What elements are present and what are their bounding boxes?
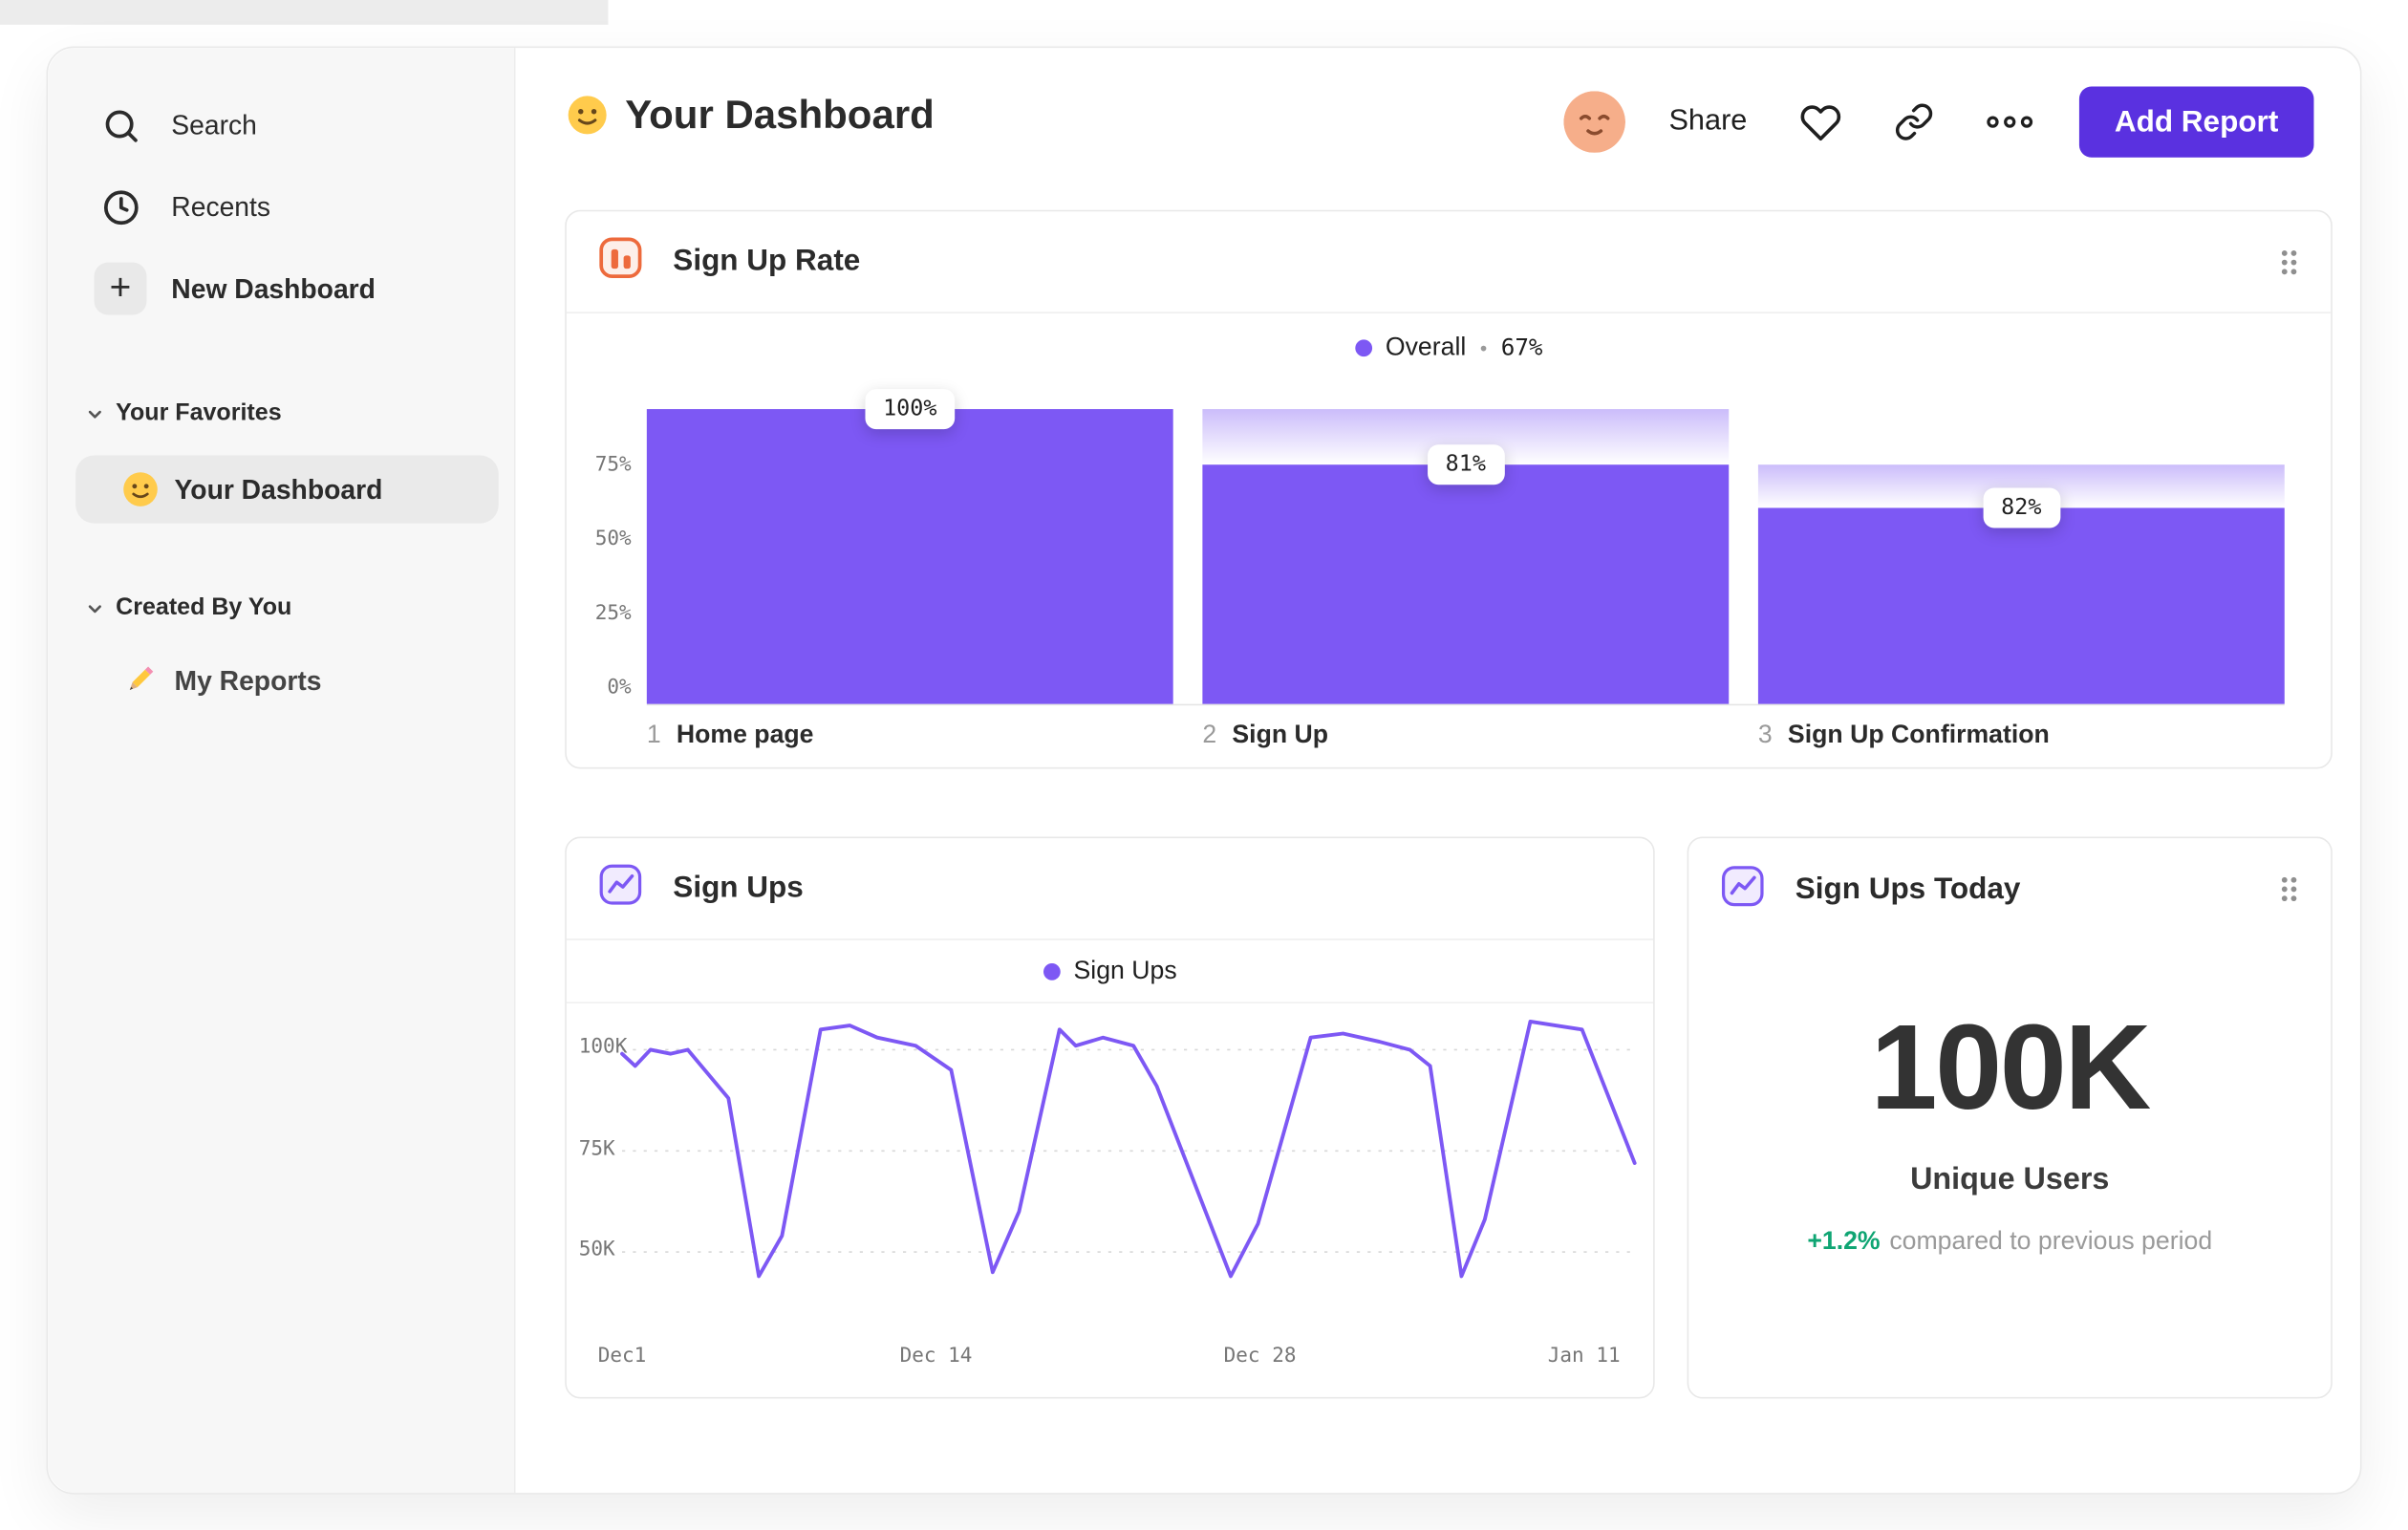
step-name: Sign Up Confirmation	[1787, 721, 2050, 749]
legend-overall[interactable]: Overall • 67%	[567, 326, 2331, 369]
top-strip	[0, 0, 609, 25]
legend-sign-ups[interactable]: Sign Ups	[566, 940, 1654, 1004]
sidebar: Search Recents + New Dashboard Your Favo…	[48, 48, 516, 1494]
line-x-tick: Dec1	[597, 1345, 647, 1368]
line-y-tick: 75K	[578, 1136, 615, 1160]
page-title: Your Dashboard	[625, 91, 935, 138]
line-y-tick: 50K	[578, 1238, 615, 1261]
legend-label: Sign Ups	[1073, 956, 1177, 984]
pencil-icon	[122, 662, 160, 700]
sign-ups-card: Sign Ups Sign Ups 100K 75K 50K Dec1 Dec 14 D…	[565, 836, 1655, 1399]
line-x-tick: Jan 11	[1547, 1345, 1621, 1368]
sidebar-item-new-dashboard[interactable]: + New Dashboard	[48, 255, 514, 323]
smiley-icon	[567, 95, 609, 137]
legend-label: Overall	[1385, 333, 1467, 361]
funnel-badge: 81%	[1427, 444, 1505, 485]
line-x-tick: Dec 28	[1223, 1345, 1297, 1368]
sidebar-item-search[interactable]: Search	[48, 91, 514, 159]
funnel-plot: 100% 81% 82%	[646, 389, 2285, 706]
funnel-step-label: 3 Sign Up Confirmation	[1758, 721, 2285, 750]
line-y-tick: 100K	[578, 1035, 628, 1060]
funnel-step-labels: 1 Home page 2 Sign Up 3 Sign Up Confirma…	[647, 721, 2285, 750]
funnel-step-label: 1 Home page	[647, 721, 1173, 750]
line-chart: 100K 75K 50K	[567, 1003, 1653, 1339]
created-section-header[interactable]: Created By You	[48, 587, 514, 630]
share-button[interactable]: Share	[1668, 105, 1747, 140]
funnel-step: 100%	[646, 389, 1173, 704]
sidebar-item-label: New Dashboard	[171, 272, 376, 304]
app-window: Search Recents + New Dashboard Your Favo…	[46, 46, 2362, 1495]
favorite-heart-icon[interactable]	[1799, 101, 1841, 143]
legend-dot	[1354, 338, 1372, 356]
sign-ups-today-card: Sign Ups Today 100K Unique Users +1.2% co…	[1687, 836, 2333, 1399]
sidebar-item-recents[interactable]: Recents	[48, 173, 514, 241]
delta-description: compared to previous period	[1889, 1227, 2213, 1256]
step-name: Home page	[676, 721, 814, 749]
copy-link-icon[interactable]	[1894, 102, 1934, 142]
line-report-icon	[1716, 859, 1769, 919]
line-x-tick: Dec 14	[899, 1345, 973, 1368]
favorites-section-header[interactable]: Your Favorites	[48, 392, 514, 435]
legend-dot	[1043, 962, 1060, 980]
sidebar-item-my-reports[interactable]: My Reports	[75, 647, 499, 715]
clock-icon	[95, 181, 147, 233]
search-icon	[95, 98, 147, 151]
line-x-axis: Dec1 Dec 14 Dec 28 Jan 11	[567, 1345, 1653, 1385]
funnel-y-axis: 75% 50% 25% 0%	[567, 409, 632, 705]
funnel-y-tick: 25%	[594, 602, 632, 626]
sidebar-item-label: Recents	[171, 190, 271, 222]
sidebar-item-label: My Reports	[174, 664, 322, 696]
legend-value: 67%	[1500, 333, 1543, 362]
sidebar-item-label: Your Dashboard	[174, 473, 383, 505]
avatar[interactable]	[1563, 91, 1626, 153]
line-report-icon	[594, 858, 647, 918]
funnel-step: 82%	[1757, 409, 2285, 704]
page: Search Recents + New Dashboard Your Favo…	[0, 0, 2408, 1530]
delta-value: +1.2%	[1807, 1227, 1881, 1256]
drag-handle-icon[interactable]	[2278, 247, 2300, 277]
plus-icon: +	[94, 262, 147, 315]
funnel-badge: 82%	[1982, 487, 2060, 528]
legend-separator: •	[1479, 335, 1488, 359]
funnel-step: 81%	[1202, 409, 1730, 704]
add-report-button[interactable]: Add Report	[2078, 86, 2314, 158]
funnel-report-icon	[594, 231, 647, 291]
sidebar-item-your-dashboard[interactable]: Your Dashboard	[75, 455, 499, 524]
sidebar-item-label: Search	[171, 108, 257, 140]
chevron-down-icon	[85, 403, 105, 423]
more-options-icon[interactable]	[1987, 110, 2032, 135]
section-label: Created By You	[116, 593, 292, 621]
funnel-bar[interactable]	[1202, 464, 1730, 704]
card-header: Sign Ups Today	[1688, 838, 2331, 940]
metric-delta: +1.2% compared to previous period	[1688, 1227, 2331, 1257]
funnel-step-label: 2 Sign Up	[1202, 721, 1729, 750]
card-header: Sign Up Rate	[566, 211, 2332, 313]
dashboard-header: Your Dashboard	[567, 91, 935, 139]
metric-value: 100K	[1870, 999, 2151, 1135]
funnel-bar[interactable]	[646, 409, 1173, 704]
chevron-down-icon	[85, 598, 105, 618]
funnel-y-tick: 75%	[594, 453, 632, 478]
funnel-bar[interactable]	[1757, 507, 2285, 704]
card-header: Sign Ups	[566, 838, 1654, 940]
metric-label: Unique Users	[1910, 1162, 2110, 1196]
section-label: Your Favorites	[116, 399, 282, 426]
funnel-badge: 100%	[864, 389, 956, 430]
sign-up-rate-card: Sign Up Rate Overall • 67% 75% 50% 25% 0…	[565, 209, 2333, 769]
smiley-icon	[122, 471, 160, 508]
step-name: Sign Up	[1232, 721, 1329, 749]
card-title: Sign Ups	[673, 871, 804, 905]
card-title: Sign Up Rate	[673, 244, 861, 278]
funnel-y-tick: 50%	[594, 528, 632, 551]
card-title: Sign Ups Today	[1795, 871, 2021, 906]
funnel-y-tick: 0%	[607, 676, 632, 700]
main-content: Your Dashboard Share Add Report Sign Up …	[516, 48, 2360, 1493]
step-index: 2	[1202, 721, 1217, 749]
header-actions: Share Add Report	[1563, 86, 2314, 158]
step-index: 3	[1757, 721, 1773, 749]
line-chart-svg	[620, 1019, 1637, 1279]
step-index: 1	[646, 721, 661, 749]
drag-handle-icon[interactable]	[2278, 873, 2300, 904]
sign-ups-line-series[interactable]	[620, 1019, 1637, 1279]
